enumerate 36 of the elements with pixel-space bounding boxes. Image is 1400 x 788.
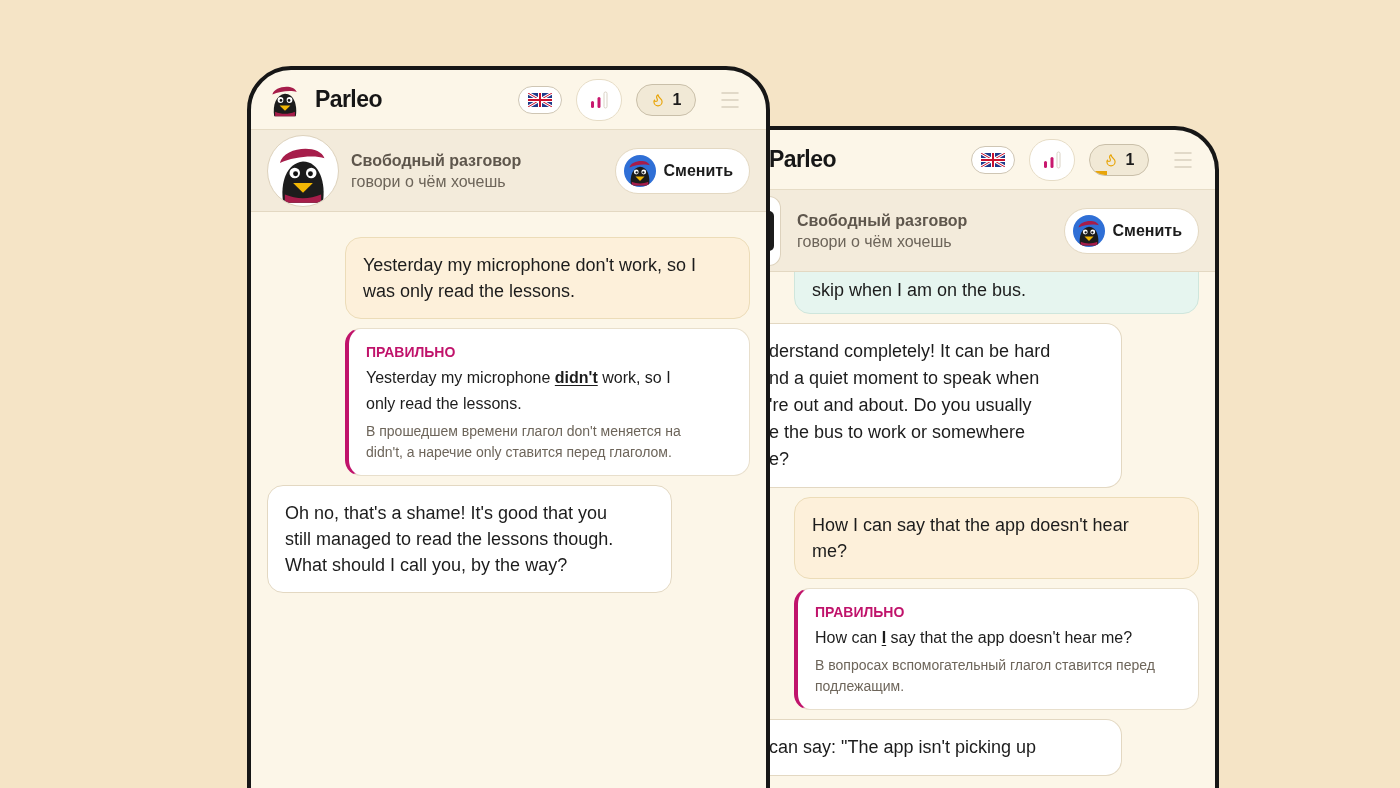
bot-message-line: can say: "The app isn't picking up	[769, 736, 1037, 759]
user-message: Yesterday my microphone don't work, so I was only read the lessons.	[363, 254, 697, 303]
level-button[interactable]	[1029, 138, 1075, 181]
bot-message-line: 're out and about. Do you usually	[769, 394, 1033, 417]
flame-icon	[650, 92, 665, 107]
bot-message-line: e the bus to work or somewhere	[769, 421, 1027, 444]
bot-message: Oh no, that's a shame! It's good that you still managed to read the lessons though. What should I call you, by the way?	[285, 502, 614, 577]
language-button[interactable]	[971, 145, 1015, 174]
streak-button[interactable]: 1	[636, 83, 696, 116]
signal-icon	[589, 89, 609, 110]
user-message: How I can say that the app doesn't hear me?	[812, 514, 1130, 563]
correction-label: ПРАВИЛЬНО	[815, 603, 906, 622]
bot-message-line: e?	[769, 448, 791, 471]
change-button[interactable]: Сменить	[614, 147, 750, 194]
topic-subtitle: говори о чём хочешь	[797, 231, 953, 252]
bot-message-line: nd a quiet moment to speak when	[769, 367, 1041, 390]
topic-title: Свободный разговор	[797, 210, 968, 231]
flame-icon	[1103, 152, 1118, 167]
streak-button[interactable]: 1	[1089, 143, 1149, 176]
corrected-text: Yesterday my microphone didn't work, so I only read the lessons.	[366, 368, 672, 414]
corrected-text: How can I say that the app doesn't hear me?	[815, 628, 1134, 648]
bot-message-line: derstand completely! It can be hard	[769, 340, 1052, 363]
correction-label: ПРАВИЛЬНО	[366, 343, 457, 362]
change-button[interactable]: Сменить	[1063, 207, 1199, 254]
message-text: skip when I am on the bus.	[812, 279, 1028, 302]
app-logo: Parleo	[769, 145, 836, 175]
signal-icon	[1042, 149, 1062, 170]
correction-note: В прошедшем времени глагол don't меняется на didn't, а наречие only ставится перед глаголом.	[366, 422, 682, 462]
level-button[interactable]	[576, 78, 622, 121]
flag-icon	[981, 152, 1005, 167]
topic-title: Свободный разговор	[351, 150, 522, 171]
correction-note: В вопросах вспомогательный глагол ставится перед подлежащим.	[815, 656, 1156, 696]
flag-icon	[528, 92, 552, 107]
app-logo: Parleo	[315, 85, 382, 115]
topic-subtitle: говори о чём хочешь	[351, 171, 507, 192]
language-button[interactable]	[518, 85, 562, 114]
